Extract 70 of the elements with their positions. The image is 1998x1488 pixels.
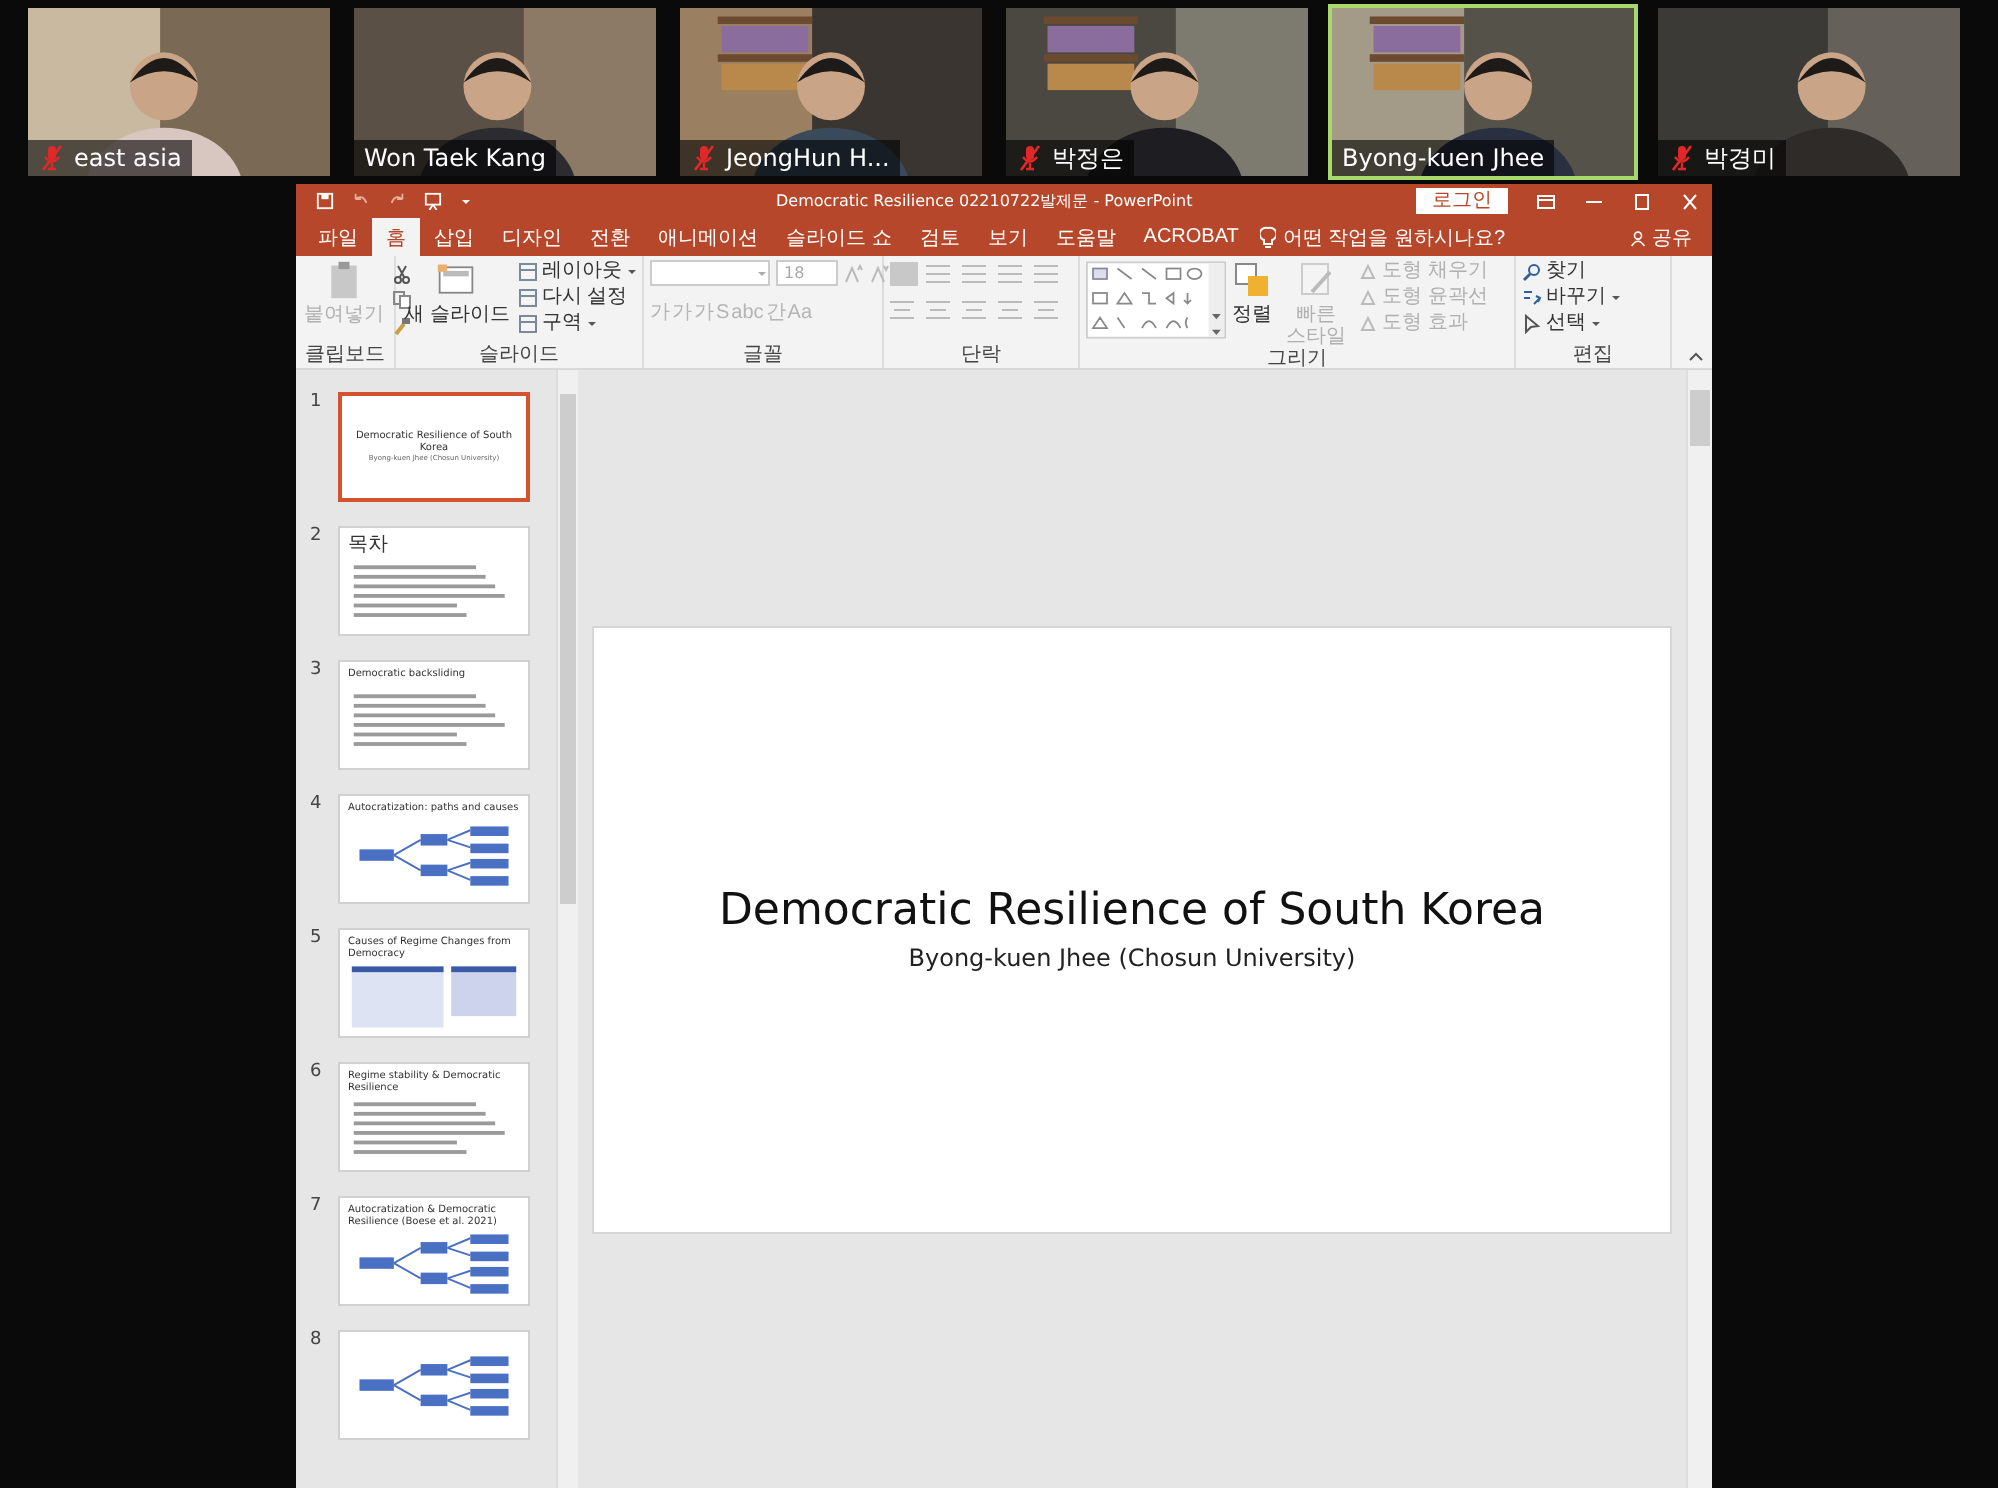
slide-thumbnail[interactable] — [338, 1330, 530, 1440]
group-label: 편집 — [1571, 344, 1615, 368]
caret-icon — [756, 267, 768, 279]
customize-caret-icon[interactable] — [460, 195, 472, 207]
editing-button[interactable]: 찾기 — [1522, 260, 1586, 284]
slide-number: 2 — [310, 526, 324, 550]
ribbon-tab[interactable]: 삽입 — [420, 218, 488, 256]
scrollbar[interactable] — [1686, 370, 1712, 1488]
group-label: 클립보드 — [303, 344, 387, 368]
participant-name: 박정은 — [1046, 140, 1134, 176]
slide-title: Democratic Resilience of South Korea — [718, 886, 1546, 936]
ribbon-tab[interactable]: 디자인 — [488, 218, 576, 256]
layout-icon — [517, 314, 538, 334]
replace-icon — [1522, 288, 1542, 308]
slide-number: 3 — [310, 660, 324, 684]
slide-number: 4 — [310, 794, 324, 818]
collapse-ribbon-icon[interactable] — [1688, 350, 1704, 362]
close-icon[interactable] — [1680, 193, 1700, 209]
slide-number: 8 — [310, 1330, 324, 1354]
maximize-icon[interactable] — [1632, 193, 1652, 209]
ribbon-tab[interactable]: 검토 — [905, 218, 974, 256]
participant-name: JeongHun H... — [720, 140, 900, 176]
editing-button[interactable]: 바꾸기 — [1522, 286, 1622, 310]
slideshow-icon[interactable] — [424, 192, 442, 210]
ribbon-tab[interactable]: 홈 — [372, 218, 420, 256]
editing-button[interactable]: 선택 — [1522, 312, 1602, 336]
group-label: 글꼴 — [741, 344, 785, 368]
person-icon — [1630, 225, 1646, 249]
ribbon-display-icon[interactable] — [1536, 193, 1556, 209]
slide-subtitle: Byong-kuen Jhee (Chosun University) — [908, 944, 1356, 972]
group-label: 슬라이드 — [477, 344, 561, 368]
participant-name: Won Taek Kang — [354, 140, 557, 176]
login-button[interactable]: 로그인 — [1416, 188, 1508, 214]
layout-icon — [517, 288, 538, 308]
search-icon — [1522, 262, 1542, 282]
thumbnail-title: 목차 — [348, 534, 390, 556]
slide-number: 6 — [310, 1062, 324, 1086]
ribbon-tab[interactable]: 파일 — [304, 218, 372, 256]
save-icon[interactable] — [316, 192, 334, 210]
lightbulb-icon — [1260, 225, 1277, 249]
participant-name: 박경미 — [1698, 140, 1786, 176]
participant-name: east asia — [68, 140, 192, 176]
ribbon-tab[interactable]: ACROBAT — [1129, 218, 1253, 256]
ribbon-tab[interactable]: 도움말 — [1041, 218, 1130, 256]
arrange-button[interactable]: 정렬 — [1230, 260, 1274, 326]
slide-number: 7 — [310, 1196, 324, 1220]
new-slide-button[interactable]: 새 슬라이드 — [402, 260, 512, 326]
cursor-icon — [1522, 314, 1542, 334]
font-name-field[interactable] — [650, 260, 770, 286]
group-label: 단락 — [959, 344, 1003, 368]
ribbon-tab[interactable]: 전환 — [576, 218, 644, 256]
ribbon-button[interactable]: 레이아웃 — [517, 260, 638, 284]
ribbon-tab[interactable]: 보기 — [973, 218, 1042, 256]
ribbon-button[interactable]: 다시 설정 — [517, 286, 638, 310]
tell-me-field[interactable]: 어떤 작업을 원하시나요? — [1276, 218, 1512, 256]
group-label: 그리기 — [1265, 348, 1329, 372]
layout-icon — [517, 262, 538, 282]
participant-name: Byong-kuen Jhee — [1332, 140, 1555, 176]
ribbon-tab[interactable]: 슬라이드 쇼 — [772, 218, 906, 256]
share-button[interactable]: 공유 — [1646, 218, 1704, 256]
scrollbar[interactable] — [556, 370, 578, 1488]
shapes-gallery-drawing[interactable] — [1086, 260, 1226, 340]
ribbon-tab[interactable]: 애니메이션 — [644, 218, 772, 256]
window-title: Democratic Resilience 02210722발제문 - PowerPoint — [776, 190, 1195, 212]
slide-number: 5 — [310, 928, 324, 952]
slide-canvas[interactable]: Democratic Resilience of South Korea Byong-kuen Jhee (Chosun University) — [592, 625, 1672, 1233]
ribbon-button[interactable]: 구역 — [517, 312, 638, 336]
slide-number: 1 — [310, 392, 324, 416]
slide-thumbnail[interactable]: 목차 — [338, 526, 530, 636]
scissors-icon[interactable] — [392, 264, 412, 284]
